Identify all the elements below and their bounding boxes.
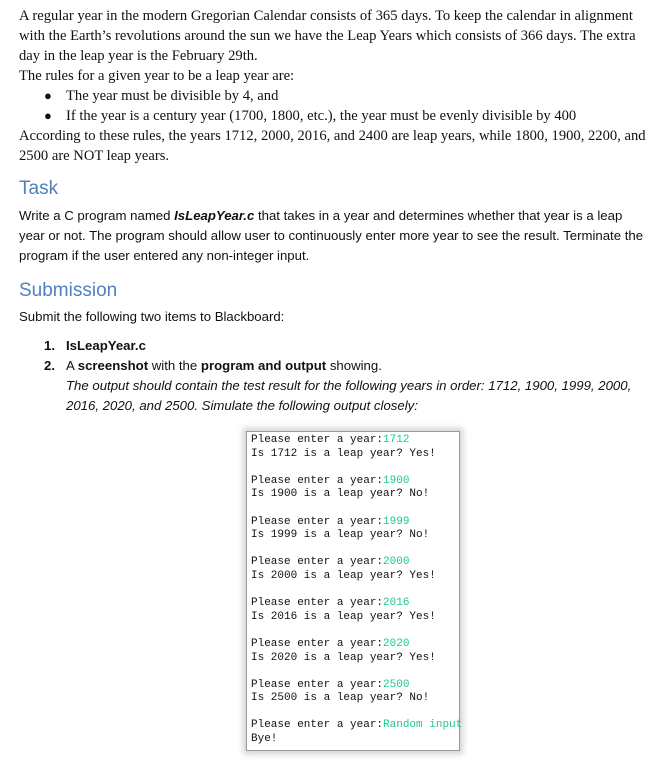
- console-block: Please enter a year:1712 Is 1712 is a le…: [251, 434, 436, 460]
- output-requirement: The output should contain the test resul…: [66, 378, 632, 413]
- program-filename: IsLeapYear.c: [174, 208, 255, 223]
- intro-section: A regular year in the modern Gregorian C…: [19, 6, 649, 166]
- submission-heading: Submission: [19, 280, 118, 301]
- console-block: Please enter a year:1900 Is 1900 is a le…: [251, 474, 430, 501]
- console-block: Please enter a year:1999 Is 1999 is a le…: [251, 515, 430, 542]
- console-output-screenshot: Please enter a year:1712 Is 1712 is a le…: [246, 431, 463, 751]
- rule-item: ● If the year is a century year (1700, 18…: [44, 108, 577, 124]
- submission-item: 1. IsLeapYear.c: [44, 338, 146, 353]
- rules-list: ● The year must be divisible by 4, and ● I…: [19, 86, 649, 126]
- console-block: Please enter a year:2020 Is 2020 is a le…: [251, 637, 436, 664]
- rule-item: ● The year must be divisible by 4, and: [44, 88, 279, 104]
- submission-list: 1. IsLeapYear.c 2. A screenshot with the…: [19, 336, 639, 416]
- console-block: Please enter a year:Random input Bye!: [251, 719, 463, 746]
- intro-conclusion: According to these rules, the years 1712…: [19, 128, 646, 164]
- submission-lead: Submit the following two items to Blackb…: [19, 309, 285, 324]
- bullet-icon: ●: [44, 108, 52, 123]
- console-block: Please enter a year:2500 Is 2500 is a le…: [251, 678, 430, 705]
- bullet-icon: ●: [44, 88, 52, 103]
- intro-paragraph: A regular year in the modern Gregorian C…: [19, 8, 636, 64]
- task-heading: Task: [19, 178, 59, 199]
- submission-item: 2. A screenshot with the program and out…: [44, 358, 632, 413]
- console-block: Please enter a year:2016 Is 2016 is a le…: [251, 597, 436, 623]
- rules-lead: The rules for a given year to be a leap …: [19, 68, 295, 84]
- task-description: Write a C program named IsLeapYear.c tha…: [19, 208, 644, 263]
- console-block: Please enter a year:2000 Is 2000 is a le…: [251, 556, 436, 582]
